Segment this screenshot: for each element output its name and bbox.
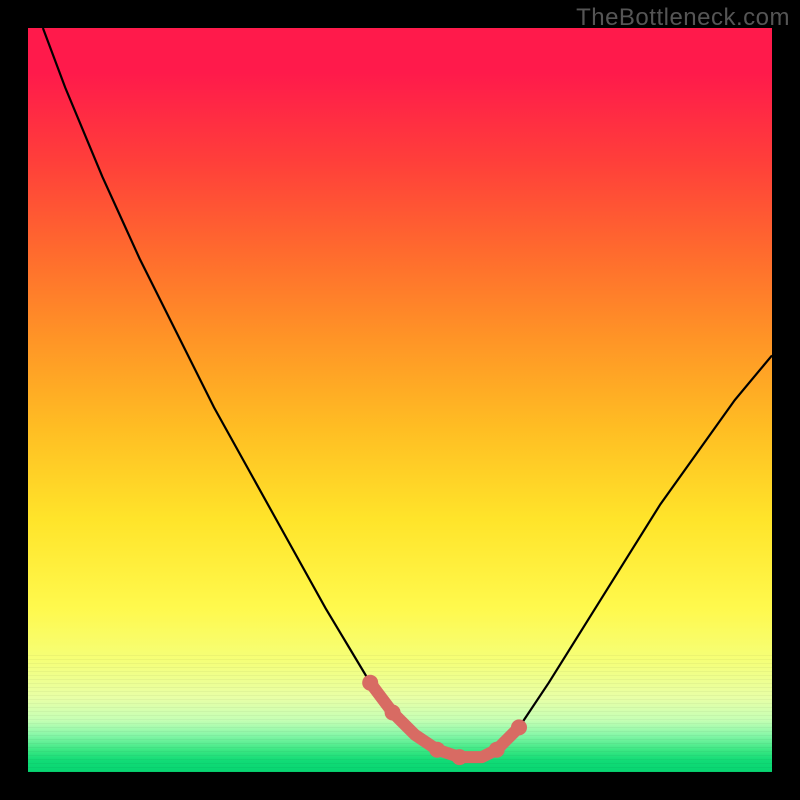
plot-area — [28, 28, 772, 772]
highlight-dot — [452, 749, 468, 765]
highlight-overlay — [28, 28, 772, 772]
highlight-dot — [429, 742, 445, 758]
highlight-dot — [362, 675, 378, 691]
highlight-dots — [362, 675, 527, 765]
watermark-text: TheBottleneck.com — [576, 4, 790, 32]
highlight-dot — [385, 705, 401, 721]
highlight-dot — [511, 719, 527, 735]
highlight-dot — [489, 742, 505, 758]
chart-stage: TheBottleneck.com — [0, 0, 800, 800]
